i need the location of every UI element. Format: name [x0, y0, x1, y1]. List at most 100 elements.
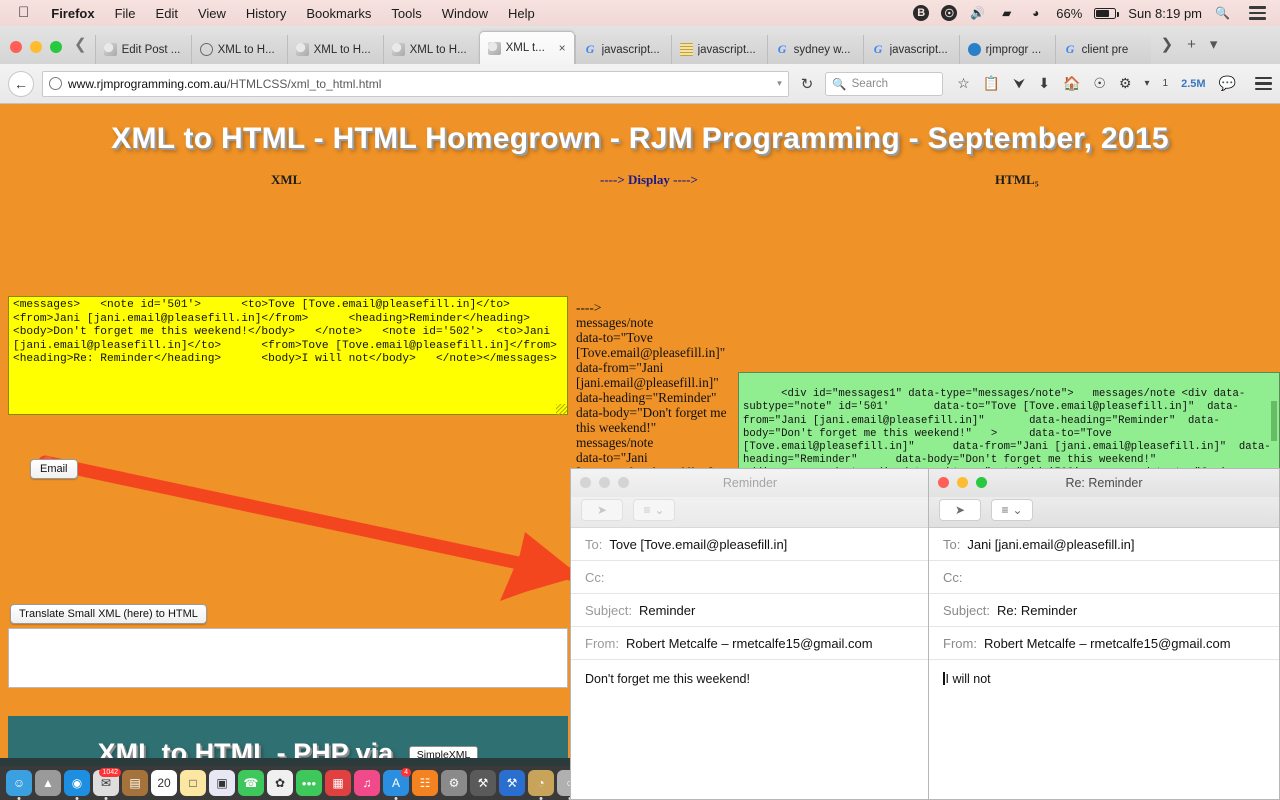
- menu-item-bookmarks[interactable]: Bookmarks: [296, 6, 381, 21]
- dock-item-notes[interactable]: □: [180, 770, 206, 796]
- dock-item-xcode[interactable]: ⚒: [499, 770, 525, 796]
- mail-field-subject[interactable]: Subject: Reminder: [571, 594, 929, 627]
- plugin-icon[interactable]: ⚙: [1119, 75, 1132, 92]
- minimize-window-button[interactable]: [30, 41, 42, 53]
- home-icon[interactable]: 🏠: [1063, 75, 1080, 92]
- hamburger-menu-icon[interactable]: [1255, 76, 1272, 91]
- browser-tab[interactable]: XML to H...: [190, 35, 287, 64]
- dock-item-calendar[interactable]: 20: [151, 770, 177, 796]
- list-menu-icon[interactable]: ≡ ⌄: [633, 499, 675, 521]
- dock-item-preview[interactable]: ▣: [209, 770, 235, 796]
- chevron-down-icon[interactable]: ▾: [777, 78, 782, 89]
- wifi-icon[interactable]: ◕: [1027, 5, 1044, 22]
- zoom-window-button[interactable]: [50, 41, 62, 53]
- mail-compose-window-re-reminder[interactable]: Re: Reminder ➤ ≡ ⌄ To: Jani [jani.email@p…: [928, 468, 1280, 800]
- send-icon[interactable]: ➤: [581, 499, 623, 521]
- email-button[interactable]: Email: [30, 459, 78, 479]
- menu-bar-clock[interactable]: Sun 8:19 pm: [1128, 6, 1202, 21]
- minimize-window-button[interactable]: [599, 477, 610, 488]
- close-window-button[interactable]: [10, 41, 22, 53]
- mail-window-titlebar[interactable]: Reminder: [571, 469, 929, 497]
- downloads-icon[interactable]: ⬇: [1038, 75, 1050, 92]
- dock-item-finder[interactable]: ☺: [6, 770, 32, 800]
- mail-field-cc[interactable]: Cc:: [571, 561, 929, 594]
- airplay-display-icon[interactable]: ▰: [998, 5, 1015, 22]
- menu-item-tools[interactable]: Tools: [381, 6, 431, 21]
- mail-field-to[interactable]: To: Tove [Tove.email@pleasefill.in]: [571, 528, 929, 561]
- address-bar[interactable]: www.rjmprogramming.com.au/HTMLCSS/xml_to…: [42, 70, 789, 97]
- dock-item-safari[interactable]: ◉: [64, 770, 90, 800]
- list-menu-icon[interactable]: ≡ ⌄: [991, 499, 1033, 521]
- mail-field-subject[interactable]: Subject: Re: Reminder: [929, 594, 1279, 627]
- translate-xml-button[interactable]: Translate Small XML (here) to HTML: [10, 604, 207, 624]
- mail-body-text[interactable]: I will not: [929, 660, 1279, 698]
- chat-bubble-icon[interactable]: 💬: [1219, 75, 1236, 92]
- dock-item-photos[interactable]: ✿: [267, 770, 293, 796]
- notification-center-icon[interactable]: [1249, 6, 1266, 20]
- dock-item-contacts[interactable]: ▤: [122, 770, 148, 796]
- dock-item-launchpad[interactable]: ▲: [35, 770, 61, 796]
- browser-tab[interactable]: Gsydney w...: [766, 35, 863, 64]
- html5-scrollbar[interactable]: [1271, 401, 1277, 441]
- close-tab-icon[interactable]: ×: [559, 41, 566, 55]
- menu-item-view[interactable]: View: [188, 6, 236, 21]
- minimize-window-button[interactable]: [957, 477, 968, 488]
- spiral-icon[interactable]: ☉: [1093, 75, 1106, 92]
- back-button[interactable]: ←: [8, 70, 34, 97]
- browser-tab[interactable]: Gjavascript...: [574, 35, 671, 64]
- dock-item-app-gray[interactable]: ○: [557, 770, 570, 800]
- list-all-tabs-icon[interactable]: ▾: [1210, 35, 1218, 53]
- chevron-down-icon[interactable]: ▾: [1145, 78, 1150, 89]
- mail-field-from[interactable]: From: Robert Metcalfe – rmetcalfe15@gmai…: [571, 627, 929, 660]
- browser-tab[interactable]: javascript...: [670, 35, 767, 64]
- send-icon[interactable]: ➤: [939, 499, 981, 521]
- zoom-window-button[interactable]: [618, 477, 629, 488]
- dock-item-facetime[interactable]: ☎: [238, 770, 264, 796]
- airplay-audio-icon[interactable]: 🔊: [969, 5, 986, 22]
- pocket-icon[interactable]: ⮟: [1013, 75, 1025, 92]
- new-tab-button[interactable]: +: [1187, 36, 1196, 53]
- dock-item-gimp[interactable]: ◔: [528, 770, 554, 800]
- menu-item-help[interactable]: Help: [498, 6, 545, 21]
- menu-item-history[interactable]: History: [236, 6, 296, 21]
- menu-item-window[interactable]: Window: [432, 6, 498, 21]
- xml-source-textarea[interactable]: <messages> <note id='501'> <to>Tove [Tov…: [8, 296, 568, 415]
- bookmark-star-icon[interactable]: ☆: [957, 75, 970, 92]
- browser-tab[interactable]: rjmprogr ...: [958, 35, 1055, 64]
- menu-item-edit[interactable]: Edit: [146, 6, 188, 21]
- dock-item-system-preferences[interactable]: ⚙: [441, 770, 467, 796]
- mail-compose-window-reminder[interactable]: Reminder ➤ ≡ ⌄ To: Tove [Tove.email@pleas…: [570, 468, 930, 800]
- dock-item-itunes[interactable]: ♫: [354, 770, 380, 796]
- browser-tab[interactable]: XML to H...: [286, 35, 383, 64]
- dock-item-utility[interactable]: ⚒: [470, 770, 496, 796]
- dock-item-messages[interactable]: ●●●: [296, 770, 322, 796]
- close-window-button[interactable]: [580, 477, 591, 488]
- tab-scroll-right-icon[interactable]: ❯: [1161, 35, 1174, 53]
- browser-tab[interactable]: Gclient pre: [1054, 35, 1151, 64]
- search-input[interactable]: 🔍 Search: [825, 71, 944, 96]
- reader-icon[interactable]: 📋: [983, 75, 1000, 92]
- bitdefender-icon[interactable]: B: [913, 5, 930, 21]
- browser-tab[interactable]: Edit Post ...: [94, 35, 191, 64]
- dock-item-ibooks[interactable]: ☷: [412, 770, 438, 796]
- dock-item-app-red[interactable]: ▦: [325, 770, 351, 796]
- tab-scroll-left-icon[interactable]: ❮: [72, 35, 95, 64]
- battery-icon[interactable]: [1094, 7, 1120, 19]
- close-window-button[interactable]: [938, 477, 949, 488]
- mail-window-titlebar[interactable]: Re: Reminder: [929, 469, 1279, 497]
- translate-output-area[interactable]: [8, 628, 568, 688]
- zoom-window-button[interactable]: [976, 477, 987, 488]
- search-icon[interactable]: 🔍: [1214, 5, 1231, 22]
- browser-tab-active[interactable]: XML t... ×: [478, 31, 575, 64]
- xml-textarea-resize-handle[interactable]: [556, 404, 567, 415]
- mail-field-cc[interactable]: Cc:: [929, 561, 1279, 594]
- mail-body-text[interactable]: Don't forget me this weekend!: [571, 660, 929, 698]
- reload-icon[interactable]: ↻: [797, 75, 818, 93]
- dock-item-app-store[interactable]: A4: [383, 768, 411, 800]
- menu-item-firefox[interactable]: Firefox: [41, 6, 104, 21]
- dock-item-mail[interactable]: ✉ 1042: [93, 768, 121, 800]
- menu-item-file[interactable]: File: [105, 6, 146, 21]
- mail-field-from[interactable]: From: Robert Metcalfe – rmetcalfe15@gmai…: [929, 627, 1279, 660]
- spiral-icon[interactable]: ☉: [941, 5, 958, 21]
- mail-field-to[interactable]: To: Jani [jani.email@pleasefill.in]: [929, 528, 1279, 561]
